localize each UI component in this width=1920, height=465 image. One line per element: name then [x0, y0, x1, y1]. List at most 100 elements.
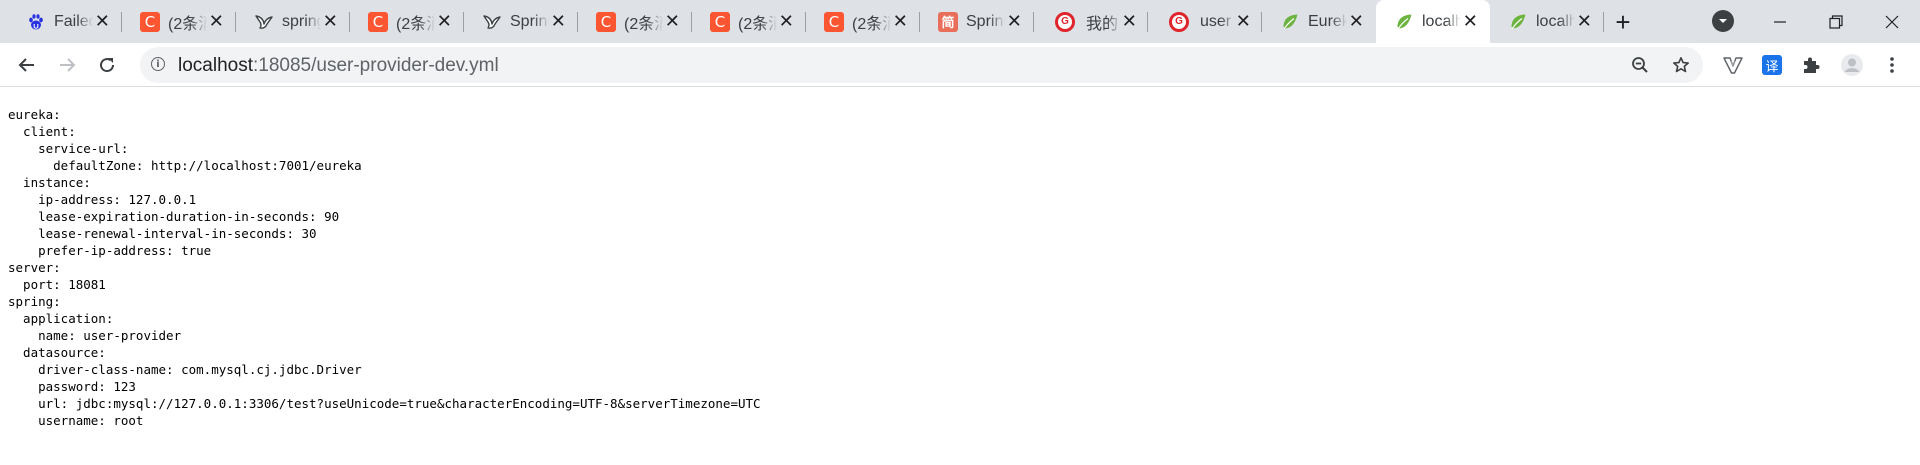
yaml-line: defaultZone: http://localhost:7001/eurek… — [8, 158, 362, 173]
tab-7[interactable]: C (2条消息)✕ — [692, 0, 806, 43]
close-tab-icon[interactable]: ✕ — [207, 11, 226, 32]
tab-title: (2条消息) — [624, 15, 663, 33]
close-tab-icon[interactable]: ✕ — [1005, 11, 1024, 32]
yaml-line: ip-address: 127.0.0.1 — [8, 192, 197, 207]
address-bar[interactable]: i localhost:18085/user-provider-dev.yml — [140, 47, 1703, 83]
page-content: eureka: client: service-url: defaultZone… — [0, 88, 1920, 465]
forward-button[interactable] — [53, 51, 81, 79]
tab-4[interactable]: C (2条消息)✕ — [350, 0, 464, 43]
tab-14[interactable]: localhost✕ — [1490, 0, 1604, 43]
tab-8[interactable]: C (2条消息)✕ — [806, 0, 920, 43]
browser-menu-button[interactable] — [1878, 51, 1906, 79]
restore-button[interactable] — [1808, 0, 1864, 43]
vimium-extension-button[interactable] — [1719, 51, 1747, 79]
arrow-left-icon — [18, 58, 34, 72]
yaml-line: name: user-provider — [8, 328, 182, 343]
minimize-icon — [1774, 20, 1786, 23]
restore-icon — [1829, 14, 1843, 29]
yaml-line: driver-class-name: com.mysql.cj.jdbc.Dri… — [8, 362, 362, 377]
url-text[interactable]: localhost:18085/user-provider-dev.yml — [178, 55, 499, 77]
translate-extension-button[interactable]: 译 — [1758, 51, 1786, 79]
spring-leaf-icon — [1394, 12, 1414, 32]
tab-title: Eureka — [1308, 12, 1347, 30]
yaml-line: datasource: — [8, 345, 106, 360]
close-tab-icon[interactable]: ✕ — [1235, 11, 1252, 32]
yaml-line: spring: — [8, 294, 61, 309]
tab-9[interactable]: 简 Spring✕ — [920, 0, 1034, 43]
tab-3[interactable]: spring✕ — [236, 0, 350, 43]
yaml-text: eureka: client: service-url: defaultZone… — [8, 106, 1920, 429]
close-tab-icon[interactable]: ✕ — [1347, 11, 1366, 32]
yaml-line: url: jdbc:mysql://127.0.0.1:3306/test?us… — [8, 396, 761, 411]
back-button[interactable] — [13, 51, 41, 79]
close-tab-icon[interactable]: ✕ — [663, 11, 682, 32]
site-info-icon[interactable]: i — [151, 57, 165, 71]
close-window-button[interactable] — [1864, 0, 1920, 43]
close-tab-icon[interactable]: ✕ — [1461, 11, 1480, 32]
tab-5[interactable]: Spring✕ — [464, 0, 578, 43]
tab-title: user — [1200, 12, 1232, 30]
gitee-icon: G — [1055, 11, 1075, 32]
tab-13[interactable]: localhost✕ — [1376, 0, 1490, 43]
csdn-icon: C — [710, 11, 730, 32]
yaml-line: application: — [8, 311, 114, 326]
vimium-icon — [1723, 57, 1743, 74]
close-tab-icon[interactable]: ✕ — [93, 11, 112, 32]
minimize-button[interactable] — [1752, 0, 1808, 43]
zoom-button[interactable] — [1628, 53, 1652, 77]
spring-leaf-icon — [1508, 12, 1528, 32]
yaml-line: eureka: — [8, 107, 61, 122]
tab-title: localhost — [1536, 12, 1575, 30]
new-tab-button[interactable]: + — [1609, 7, 1637, 37]
zoom-out-icon — [1632, 57, 1648, 73]
csdn-icon: C — [596, 11, 616, 32]
csdn-icon: C — [368, 11, 388, 32]
reload-icon — [100, 58, 115, 73]
tab-2[interactable]: C (2条消息)✕ — [122, 0, 236, 43]
bookmark-button[interactable] — [1669, 53, 1693, 77]
tab-1[interactable]: Failed✕ — [8, 0, 122, 43]
yaml-line: prefer-ip-address: true — [8, 243, 212, 258]
reload-button[interactable] — [93, 51, 121, 79]
tab-list: Failed✕C(2条消息)✕spring✕C(2条消息)✕Spring✕C(2… — [8, 0, 1604, 43]
yuque-bird-icon — [482, 12, 502, 32]
star-icon — [1673, 57, 1689, 73]
yaml-line: service-url: — [8, 141, 129, 156]
tab-title: (2条消息) — [738, 15, 777, 33]
close-tab-icon[interactable]: ✕ — [777, 11, 796, 32]
close-tab-icon[interactable]: ✕ — [321, 11, 340, 32]
yaml-line: instance: — [8, 175, 91, 190]
tab-search-button[interactable] — [1712, 10, 1734, 32]
avatar-icon — [1841, 54, 1863, 76]
close-tab-icon[interactable]: ✕ — [435, 11, 454, 32]
profile-button[interactable] — [1838, 51, 1866, 79]
yuque-bird-icon — [254, 12, 274, 32]
tab-12[interactable]: Eureka✕ — [1262, 0, 1376, 43]
jianshu-icon: 简 — [938, 11, 958, 32]
yaml-line: lease-expiration-duration-in-seconds: 90 — [8, 209, 340, 224]
csdn-icon: C — [140, 11, 160, 32]
yaml-line: username: root — [8, 413, 144, 428]
more-vert-icon — [1890, 57, 1894, 73]
close-icon — [1885, 15, 1899, 28]
close-tab-icon[interactable]: ✕ — [549, 11, 568, 32]
tab-6[interactable]: C (2条消息)✕ — [578, 0, 692, 43]
close-tab-icon[interactable]: ✕ — [1121, 11, 1138, 32]
tab-title: Spring — [510, 12, 549, 30]
close-tab-icon[interactable]: ✕ — [1575, 11, 1594, 32]
extensions-button[interactable] — [1797, 51, 1825, 79]
spring-leaf-icon — [1280, 12, 1300, 32]
tab-title: Failed — [54, 12, 93, 30]
tab-11[interactable]: Guser ✕ — [1148, 0, 1262, 43]
tab-title: Spring — [966, 12, 1005, 30]
tab-10[interactable]: G 我的 ✕ — [1034, 0, 1148, 43]
arrow-right-icon — [60, 58, 76, 72]
chevron-down-icon — [1719, 19, 1727, 23]
yaml-line: password: 123 — [8, 379, 136, 394]
tab-title: (2条消息) — [396, 15, 435, 33]
tab-title: (2条消息) — [852, 15, 891, 33]
tab-title: spring — [282, 12, 321, 30]
translate-icon: 译 — [1762, 55, 1782, 75]
close-tab-icon[interactable]: ✕ — [891, 11, 910, 32]
tab-title: localhost — [1422, 12, 1461, 30]
